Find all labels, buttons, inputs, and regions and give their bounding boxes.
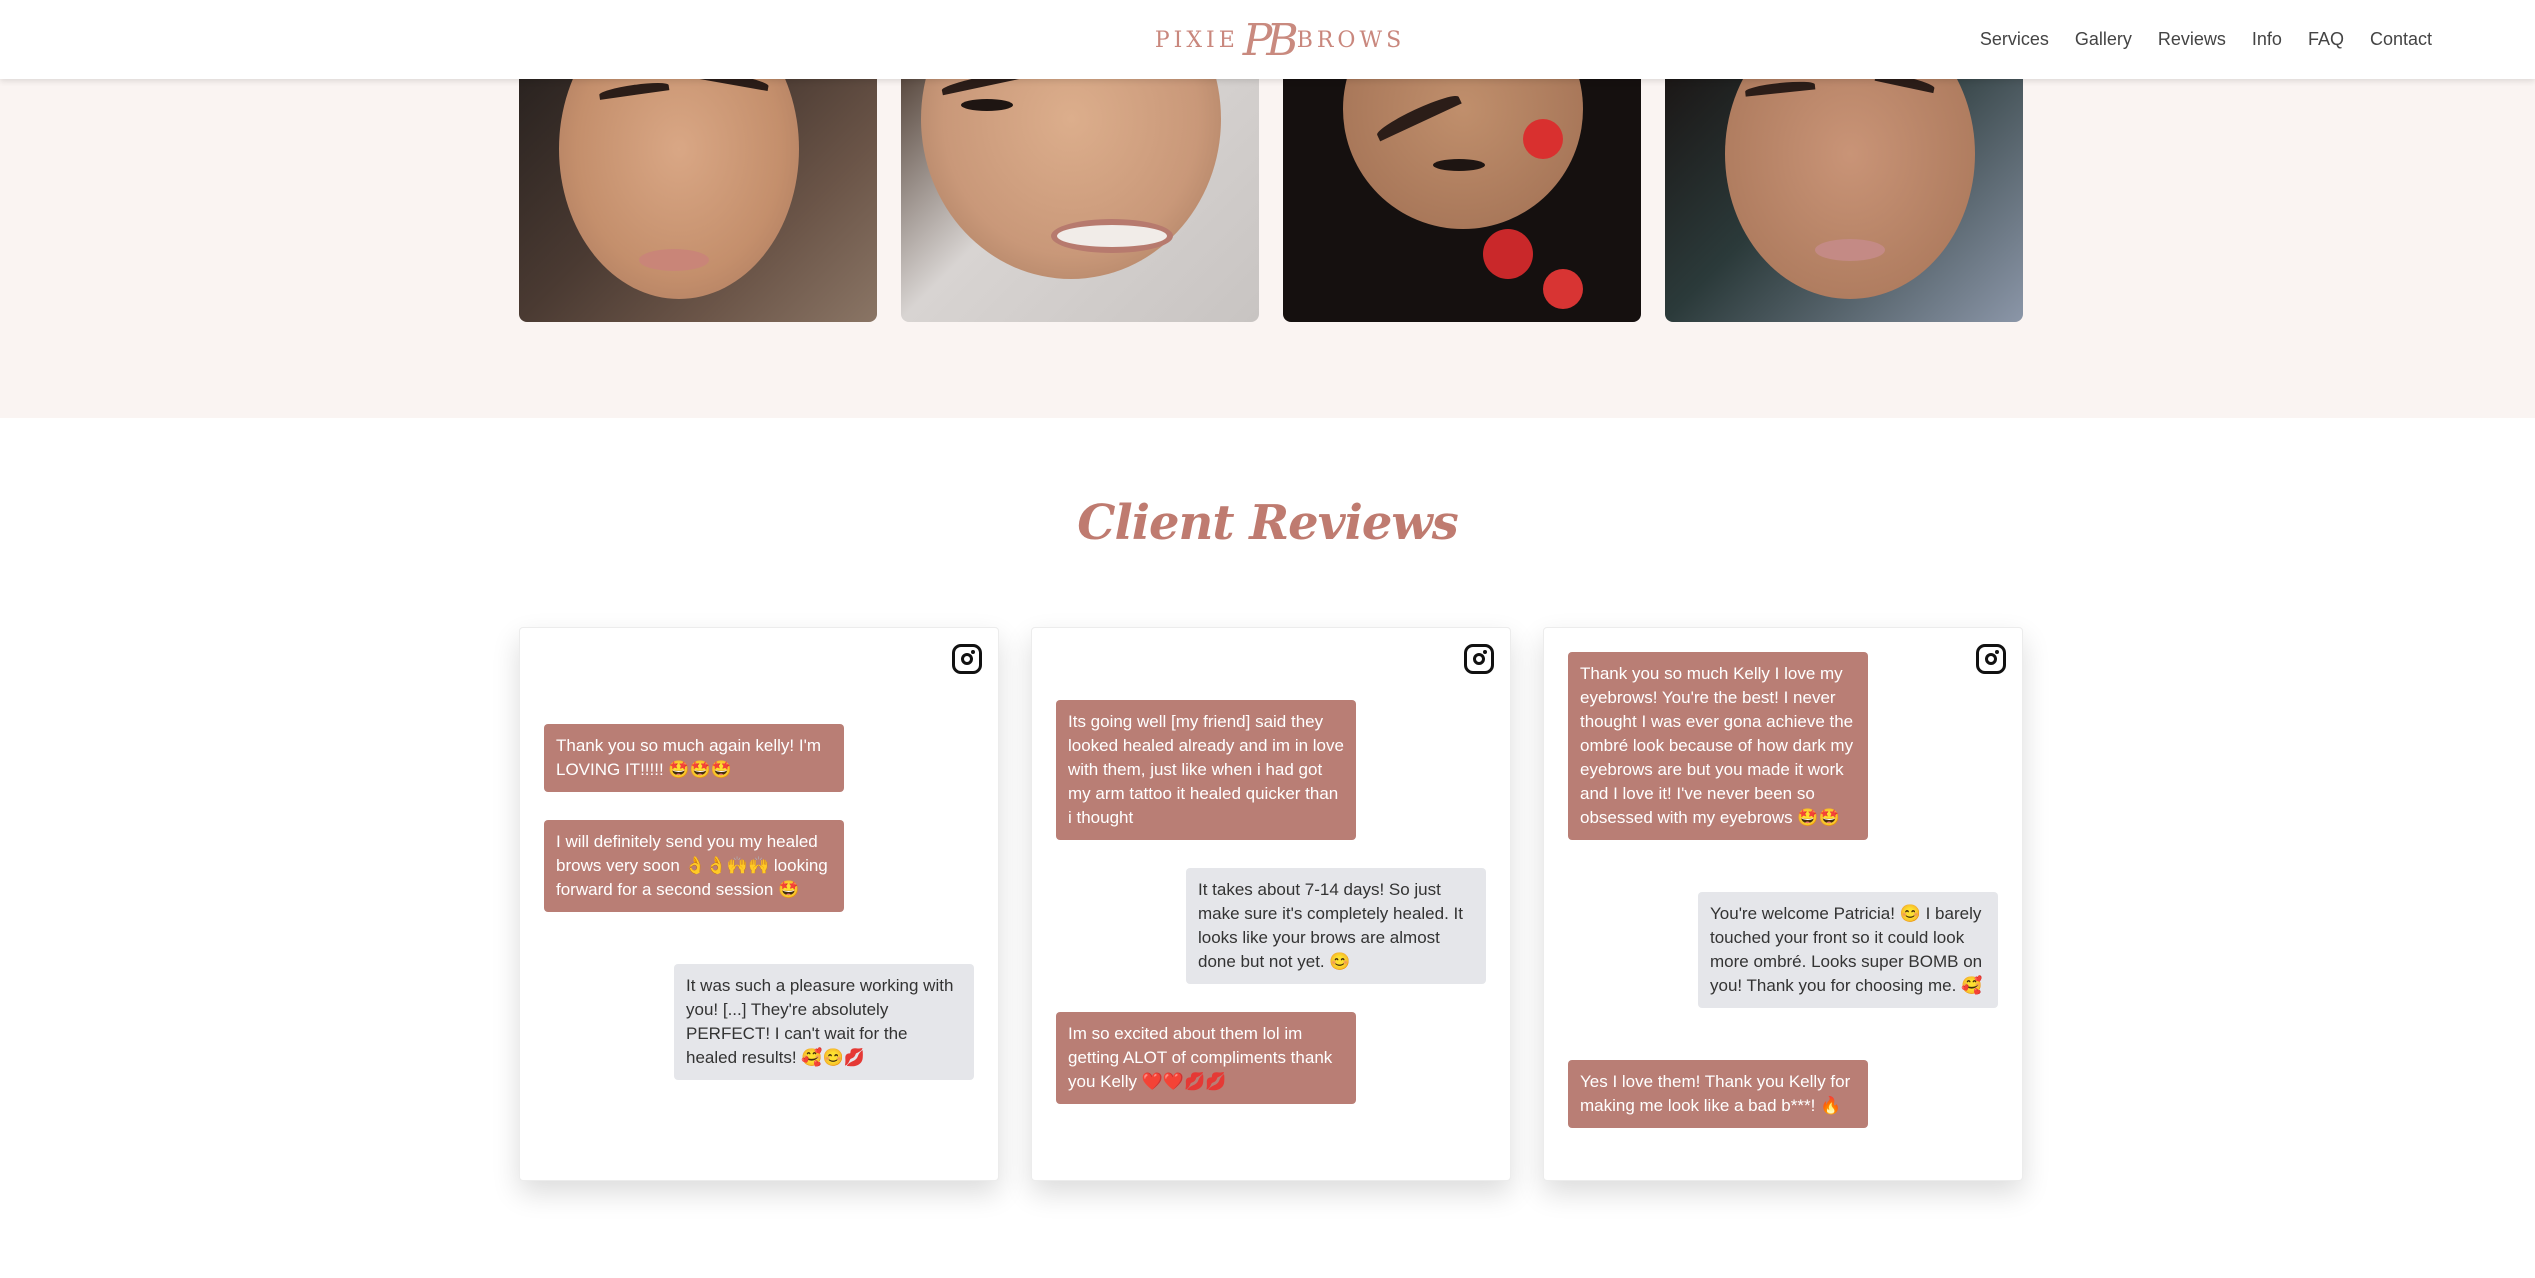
gallery-photo-3[interactable] xyxy=(1283,79,1641,322)
gallery-section xyxy=(0,79,2535,418)
mask-flower xyxy=(1543,269,1583,309)
photo-lips xyxy=(1051,219,1173,253)
review-card: Thank you so much again kelly! I'm LOVIN… xyxy=(519,627,999,1181)
message-sent: I will definitely send you my healed bro… xyxy=(544,820,844,912)
instagram-icon[interactable] xyxy=(952,644,982,674)
mask-flower xyxy=(1523,119,1563,159)
gallery-photo-2[interactable] xyxy=(901,79,1259,322)
site-logo[interactable]: PIXIE PB BROWS xyxy=(1155,12,1401,68)
nav-reviews[interactable]: Reviews xyxy=(2158,29,2226,50)
nav-faq[interactable]: FAQ xyxy=(2308,29,2344,50)
message-received: It was such a pleasure working with you!… xyxy=(674,964,974,1080)
site-header: PIXIE PB BROWS Services Gallery Reviews … xyxy=(0,0,2535,79)
message-sent: Its going well [my friend] said they loo… xyxy=(1056,700,1356,840)
main-nav: Services Gallery Reviews Info FAQ Contac… xyxy=(1980,0,2432,79)
message-sent: Im so excited about them lol im getting … xyxy=(1056,1012,1356,1104)
nav-services[interactable]: Services xyxy=(1980,29,2049,50)
nav-info[interactable]: Info xyxy=(2252,29,2282,50)
instagram-icon[interactable] xyxy=(1464,644,1494,674)
gallery-photo-4[interactable] xyxy=(1665,79,2023,322)
logo-text-left: PIXIE xyxy=(1154,27,1239,53)
message-received: It takes about 7-14 days! So just make s… xyxy=(1186,868,1486,984)
logo-monogram: PB xyxy=(1242,14,1299,66)
nav-gallery[interactable]: Gallery xyxy=(2075,29,2132,50)
logo-text-right: BROWS xyxy=(1296,27,1406,53)
message-sent: Thank you so much Kelly I love my eyebro… xyxy=(1568,652,1868,840)
photo-lips xyxy=(1815,239,1885,261)
photo-lips xyxy=(639,249,709,271)
message-sent: Thank you so much again kelly! I'm LOVIN… xyxy=(544,724,844,792)
photo-face xyxy=(921,79,1221,279)
section-title: Client Reviews xyxy=(1077,495,1458,551)
photo-eye xyxy=(1433,159,1485,171)
review-card: Its going well [my friend] said they loo… xyxy=(1031,627,1511,1181)
instagram-icon[interactable] xyxy=(1976,644,2006,674)
photo-eye xyxy=(961,99,1013,111)
message-received: You're welcome Patricia! 😊 I barely touc… xyxy=(1698,892,1998,1008)
mask-flower xyxy=(1483,229,1533,279)
gallery-photo-1[interactable] xyxy=(519,79,877,322)
review-card: Thank you so much Kelly I love my eyebro… xyxy=(1543,627,2023,1181)
photo-face xyxy=(1725,79,1975,299)
message-sent: Yes I love them! Thank you Kelly for mak… xyxy=(1568,1060,1868,1128)
nav-contact[interactable]: Contact xyxy=(2370,29,2432,50)
